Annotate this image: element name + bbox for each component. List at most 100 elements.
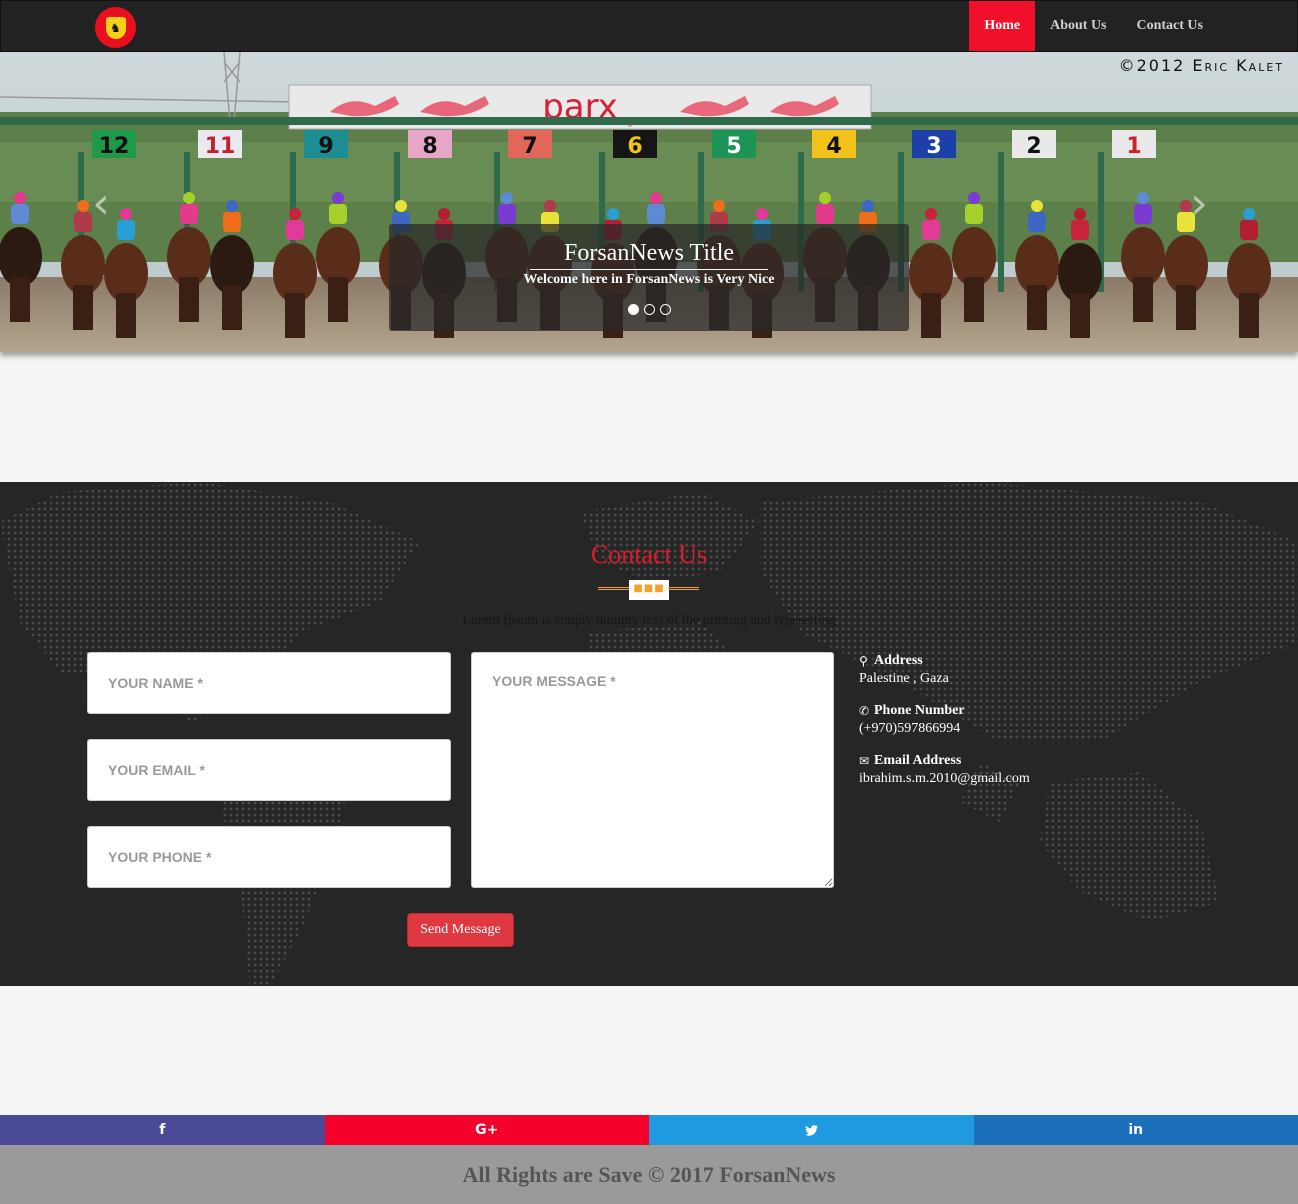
gate-number: 3 bbox=[926, 134, 941, 159]
map-continent bbox=[760, 482, 1298, 742]
gate-number: 9 bbox=[318, 134, 333, 159]
horse-legs bbox=[1027, 285, 1047, 330]
gate-number: 5 bbox=[726, 134, 741, 159]
address-value: Palestine , Gaza bbox=[859, 671, 949, 686]
horse-legs bbox=[222, 285, 242, 330]
message-textarea[interactable] bbox=[471, 652, 834, 888]
gate-number: 11 bbox=[205, 134, 236, 159]
envelope-icon: ✉ bbox=[859, 754, 870, 768]
jockey-helmet bbox=[544, 200, 556, 212]
nav-item-about-us[interactable]: About Us bbox=[1035, 1, 1121, 51]
gate-number: 7 bbox=[522, 134, 537, 159]
nav-menu: Home About Us Contact Us bbox=[969, 1, 1218, 51]
nav-item-home[interactable]: Home bbox=[969, 1, 1036, 51]
footer-copyright: All Rights are Save © 2017 ForsanNews bbox=[462, 1161, 836, 1187]
navbar: ♞ Home About Us Contact Us bbox=[0, 0, 1298, 52]
linkedin-icon[interactable]: in bbox=[973, 1115, 1298, 1145]
horse-legs bbox=[116, 293, 136, 338]
chevron-left-icon[interactable]: ‹ bbox=[86, 182, 116, 226]
jockey-helmet bbox=[819, 192, 831, 204]
email-label: Email Address bbox=[874, 753, 962, 768]
jockey-helmet bbox=[713, 200, 725, 212]
nav-item-contact-us[interactable]: Contact Us bbox=[1122, 1, 1219, 51]
horse-legs bbox=[179, 277, 199, 322]
contact-section: Contact Us ■■■ Lorem Ipsum is simply dum… bbox=[0, 482, 1298, 986]
jockey-helmet bbox=[289, 208, 301, 220]
jockey-helmet bbox=[14, 192, 26, 204]
gate-number: 4 bbox=[826, 134, 841, 159]
horse-legs bbox=[10, 277, 30, 322]
jockey-helmet bbox=[395, 200, 407, 212]
carousel-dot-1[interactable] bbox=[627, 304, 639, 315]
jockey bbox=[329, 204, 347, 224]
jockey-helmet bbox=[756, 208, 768, 220]
address-label: Address bbox=[874, 653, 923, 668]
horse-legs bbox=[1239, 293, 1259, 338]
chevron-right-icon[interactable]: › bbox=[1184, 182, 1214, 226]
carousel-dot-3[interactable] bbox=[659, 304, 671, 315]
facebook-icon[interactable]: f bbox=[0, 1115, 325, 1145]
email-input[interactable] bbox=[87, 739, 451, 801]
jockey-helmet bbox=[1031, 200, 1043, 212]
name-input[interactable] bbox=[87, 652, 451, 714]
carousel-caption: ForsanNews Title Welcome here in ForsanN… bbox=[389, 224, 909, 331]
jockey-helmet bbox=[607, 208, 619, 220]
horse-legs bbox=[1070, 293, 1090, 338]
phone-info: ✆ Phone Number (+970)597866994 bbox=[859, 703, 965, 737]
title-divider: ■■■ bbox=[598, 580, 699, 600]
jockey bbox=[816, 204, 834, 224]
jockey-helmet bbox=[1074, 208, 1086, 220]
jockey bbox=[647, 204, 665, 224]
jockey-helmet bbox=[438, 208, 450, 220]
contact-title: Contact Us bbox=[590, 540, 708, 569]
jockey bbox=[1240, 220, 1258, 240]
jockey-helmet bbox=[1137, 192, 1149, 204]
gate-number: 12 bbox=[99, 134, 130, 159]
horse-legs bbox=[1176, 285, 1196, 330]
jockey-helmet bbox=[501, 192, 513, 204]
jockey-helmet bbox=[968, 192, 980, 204]
horse-legs bbox=[328, 277, 348, 322]
gate-number: 8 bbox=[422, 134, 437, 159]
jockey-helmet bbox=[183, 192, 195, 204]
email-value: ibrahim.s.m.2010@gmail.com bbox=[859, 771, 1030, 786]
horse-legs bbox=[921, 293, 941, 338]
shield-icon: ♞ bbox=[105, 16, 126, 39]
logo-icon[interactable]: ♞ bbox=[95, 7, 136, 48]
social-bar: f G+ in bbox=[0, 1115, 1298, 1145]
gate-number: 2 bbox=[1026, 134, 1041, 159]
jockey-helmet bbox=[226, 200, 238, 212]
carousel-indicators bbox=[389, 304, 909, 315]
email-info: ✉ Email Address ibrahim.s.m.2010@gmail.co… bbox=[859, 753, 1030, 787]
horse-legs bbox=[1133, 277, 1153, 322]
jockey bbox=[180, 204, 198, 224]
phone-icon: ✆ bbox=[859, 704, 870, 718]
jockey bbox=[286, 220, 304, 240]
hero-carousel: parx racing 1211987654321 ©2012 Eric Kal… bbox=[0, 52, 1298, 352]
google-plus-icon[interactable]: G+ bbox=[324, 1115, 649, 1145]
horse-legs bbox=[285, 293, 305, 338]
jockey bbox=[1071, 220, 1089, 240]
map-continent bbox=[1040, 772, 1220, 922]
gate-number: 1 bbox=[1126, 134, 1141, 159]
jockey-helmet bbox=[862, 200, 874, 212]
phone-input[interactable] bbox=[87, 826, 451, 888]
jockey-helmet bbox=[1243, 208, 1255, 220]
phone-value: (+970)597866994 bbox=[859, 721, 961, 736]
map-marker-icon: ⚲ bbox=[859, 654, 868, 668]
carousel-dot-2[interactable] bbox=[643, 304, 655, 315]
gate-post bbox=[998, 152, 1004, 292]
phone-label: Phone Number bbox=[874, 703, 965, 718]
jockey bbox=[223, 212, 241, 232]
jockey bbox=[11, 204, 29, 224]
jockey bbox=[117, 220, 135, 240]
jockey bbox=[1028, 212, 1046, 232]
twitter-icon[interactable] bbox=[649, 1115, 974, 1145]
jockey bbox=[498, 204, 516, 224]
send-message-button[interactable]: Send Message bbox=[407, 913, 514, 947]
divider-ornament: ■■■ bbox=[629, 580, 669, 600]
gate-number: 6 bbox=[627, 134, 642, 159]
contact-description: Lorem Ipsum is simply dummy text of the … bbox=[462, 613, 836, 628]
jockey-helmet bbox=[925, 208, 937, 220]
address-info: ⚲ Address Palestine , Gaza bbox=[859, 653, 949, 687]
